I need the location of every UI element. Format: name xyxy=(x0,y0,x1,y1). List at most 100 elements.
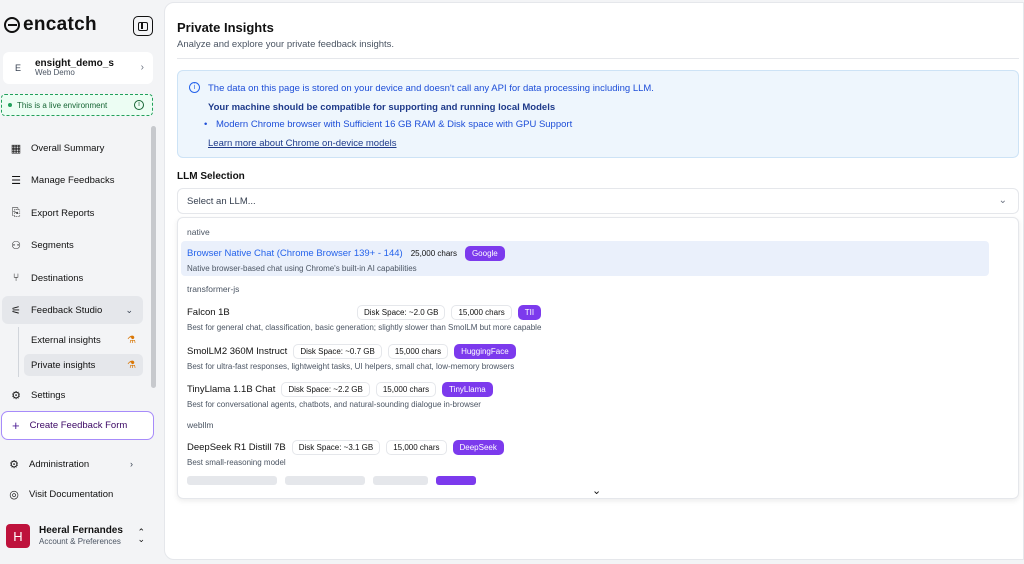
user-subtitle: Account & Preferences xyxy=(39,537,121,547)
placeholder-bar xyxy=(373,476,428,485)
llm-option-smollm2-360m[interactable]: SmolLM2 360M Instruct Disk Space: ~0.7 G… xyxy=(181,339,989,374)
option-name: Browser Native Chat (Chrome Browser 139+… xyxy=(187,247,403,259)
encatch-logo-icon xyxy=(4,17,20,33)
page-title: Private Insights xyxy=(177,20,274,35)
sidebar-item-private-insights[interactable]: Private insights ⚗ xyxy=(24,354,143,376)
status-dot-icon xyxy=(8,103,12,107)
llm-select-placeholder: Select an LLM... xyxy=(187,195,256,207)
chars-chip: 15,000 chars xyxy=(375,381,437,397)
user-name: Heeral Fernandes xyxy=(39,525,123,537)
sidebar-item-feedback-studio[interactable]: ⚟ Feedback Studio ⌄ xyxy=(2,296,143,324)
info-icon[interactable]: i xyxy=(134,100,144,110)
flask-icon: ⚗ xyxy=(127,334,136,346)
group-label-transformer-js: transformer-js xyxy=(187,284,240,294)
live-environment-label: This is a live environment xyxy=(17,100,108,110)
workspace-subtitle: Web Demo xyxy=(35,68,75,78)
disk-space-chip: Disk Space: ~2.0 GB xyxy=(357,304,446,320)
divider xyxy=(177,58,1019,59)
list-icon: ☰ xyxy=(11,174,21,187)
avatar: H xyxy=(6,524,30,548)
provider-badge: DeepSeek xyxy=(452,439,504,455)
option-description: Native browser-based chat using Chrome's… xyxy=(187,264,417,273)
chars-chip: 15,000 chars xyxy=(387,343,449,359)
info-banner: i The data on this page is stored on you… xyxy=(177,70,1019,158)
settings-sliders-icon: ⚟ xyxy=(11,304,21,317)
workspace-switcher[interactable]: E ensight_demo_s Web Demo › xyxy=(3,52,153,84)
disk-space-chip: Disk Space: ~0.7 GB xyxy=(293,343,382,359)
sidebar-item-label: Administration xyxy=(29,458,90,470)
plus-icon: + xyxy=(12,418,20,433)
sidebar-item-label: Overall Summary xyxy=(31,142,105,154)
logo[interactable]: encatch xyxy=(4,14,97,36)
option-description: Best for ultra-fast responses, lightweig… xyxy=(187,362,515,371)
sidebar-item-destinations[interactable]: ⑂ Destinations xyxy=(2,264,143,292)
placeholder-bar xyxy=(187,476,277,485)
users-icon: ⚇ xyxy=(11,239,21,252)
workspace-avatar: E xyxy=(14,63,21,73)
chevron-right-icon: › xyxy=(140,62,144,73)
sidebar-item-label: External insights xyxy=(31,334,101,346)
sidebar-item-label: Private insights xyxy=(31,359,96,371)
flask-icon: ⚗ xyxy=(127,359,136,371)
main-panel: Private Insights Analyze and explore you… xyxy=(164,2,1024,560)
llm-selection-label: LLM Selection xyxy=(177,171,245,182)
option-description: Best for general chat, classification, b… xyxy=(187,323,542,332)
branch-icon: ⑂ xyxy=(12,272,20,284)
chevron-down-icon: ⌄ xyxy=(998,195,1007,206)
sidebar: encatch E ensight_demo_s Web Demo › This… xyxy=(0,0,163,564)
option-name: SmolLM2 360M Instruct xyxy=(187,345,288,357)
info-icon: i xyxy=(189,82,200,93)
sidebar-item-settings[interactable]: ⚙ Settings xyxy=(2,381,143,409)
sidebar-item-label: Feedback Studio xyxy=(31,304,103,316)
disk-space-chip: Disk Space: ~2.2 GB xyxy=(281,381,370,397)
disk-space-chip: Disk Space: ~3.1 GB xyxy=(291,439,381,455)
sidebar-item-external-insights[interactable]: External insights ⚗ xyxy=(24,329,143,351)
llm-option-partially-visible[interactable] xyxy=(187,476,487,486)
sidebar-item-label: Destinations xyxy=(31,272,84,284)
llm-select[interactable]: Select an LLM... ⌄ xyxy=(177,188,1019,214)
learn-more-link[interactable]: Learn more about Chrome on-device models xyxy=(208,138,397,149)
logo-text: encatch xyxy=(23,14,97,35)
user-account-menu[interactable]: H Heeral Fernandes Account & Preferences… xyxy=(3,520,153,552)
gear-icon: ⚙ xyxy=(11,389,21,402)
sidebar-item-label: Visit Documentation xyxy=(29,488,114,500)
chevron-up-down-icon: ⌃ ⌄ xyxy=(137,527,145,544)
sidebar-toggle-button[interactable] xyxy=(133,16,153,36)
info-line-storage: The data on this page is stored on your … xyxy=(208,83,654,94)
sidebar-item-overall-summary[interactable]: ▦ Overall Summary xyxy=(2,134,143,162)
sidebar-item-manage-feedbacks[interactable]: ☰ Manage Feedbacks xyxy=(2,166,143,194)
submenu-guide-line xyxy=(18,327,19,377)
live-environment-badge: This is a live environment i xyxy=(1,94,153,116)
group-label-webllm: webllm xyxy=(187,420,214,430)
create-feedback-form-button[interactable]: + Create Feedback Form xyxy=(1,411,154,440)
provider-badge: TII xyxy=(517,304,542,320)
llm-option-browser-native-chat[interactable]: Browser Native Chat (Chrome Browser 139+… xyxy=(181,241,989,276)
chars-chip: 15,000 chars xyxy=(451,304,512,320)
sidebar-panel-icon xyxy=(138,21,148,31)
chevron-right-icon: › xyxy=(130,459,133,469)
placeholder-badge xyxy=(436,476,476,485)
option-name: Falcon 1B xyxy=(187,306,230,318)
llm-dropdown-list: native Browser Native Chat (Chrome Brows… xyxy=(177,217,1019,499)
sidebar-item-export-reports[interactable]: ⎘ Export Reports xyxy=(2,199,143,227)
sidebar-item-label: Segments xyxy=(31,239,74,251)
provider-badge: Google xyxy=(464,245,505,261)
option-description: Best small-reasoning model xyxy=(187,458,286,467)
sidebar-item-visit-documentation[interactable]: ◎ Visit Documentation xyxy=(2,480,143,508)
llm-option-tinyllama-1-1b[interactable]: TinyLlama 1.1B Chat Disk Space: ~2.2 GB … xyxy=(181,377,989,412)
scroll-down-chevron-icon[interactable]: ⌄ xyxy=(592,484,601,497)
provider-badge: HuggingFace xyxy=(454,343,516,359)
gear-icon: ⚙ xyxy=(9,458,19,471)
group-label-native: native xyxy=(187,227,210,237)
llm-option-falcon-1b[interactable]: Falcon 1B Disk Space: ~2.0 GB 15,000 cha… xyxy=(181,300,989,335)
create-feedback-form-label: Create Feedback Form xyxy=(29,420,128,431)
llm-option-deepseek-r1-distill-7b[interactable]: DeepSeek R1 Distill 7B Disk Space: ~3.1 … xyxy=(181,435,989,470)
option-description: Best for conversational agents, chatbots… xyxy=(187,400,481,409)
sidebar-item-segments[interactable]: ⚇ Segments xyxy=(2,231,143,259)
export-file-icon: ⎘ xyxy=(11,206,21,219)
placeholder-bar xyxy=(285,476,365,485)
sidebar-item-administration[interactable]: ⚙ Administration › xyxy=(2,450,143,478)
sidebar-item-label: Export Reports xyxy=(31,207,95,219)
sidebar-scrollbar[interactable] xyxy=(151,126,156,388)
info-bullet: Modern Chrome browser with Sufficient 16… xyxy=(204,119,572,130)
